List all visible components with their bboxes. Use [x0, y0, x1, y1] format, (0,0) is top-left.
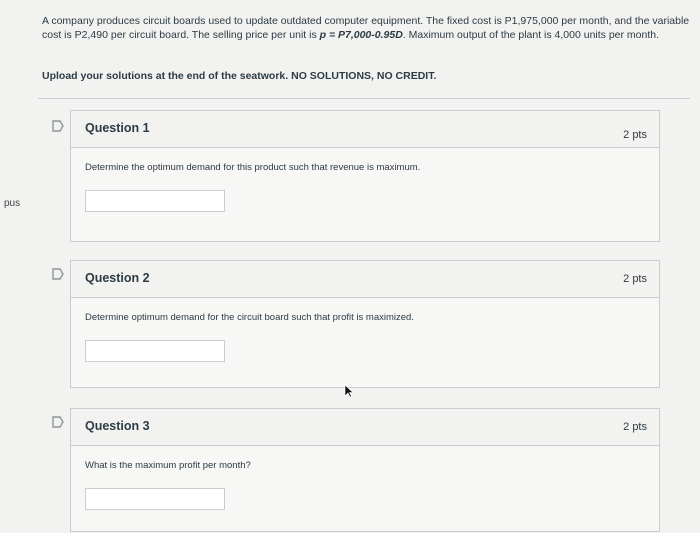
question-3-text: What is the maximum profit per month?: [85, 460, 251, 471]
question-3-card: Question 3 2 pts What is the maximum pro…: [70, 408, 660, 532]
question-1-card: Question 1 2 pts Determine the optimum d…: [70, 110, 660, 242]
mouse-pointer-icon: [344, 384, 354, 398]
question-1-points: 2 pts: [623, 129, 647, 141]
question-3-points: 2 pts: [623, 421, 647, 433]
upload-notice: Upload your solutions at the end of the …: [42, 70, 437, 82]
question-2-card: Question 2 2 pts Determine optimum deman…: [70, 260, 660, 388]
flag-question-2-icon[interactable]: [52, 268, 64, 280]
question-1-answer-input[interactable]: [85, 190, 225, 212]
question-2-header: Question 2 2 pts: [71, 261, 659, 298]
price-formula: p = P7,000-0.95D: [319, 29, 403, 41]
problem-text-end: . Maximum output of the plant is 4,000 u…: [402, 29, 660, 41]
problem-statement: A company produces circuit boards used t…: [42, 14, 692, 42]
question-2-text: Determine optimum demand for the circuit…: [85, 312, 414, 323]
question-3-header: Question 3 2 pts: [71, 409, 659, 446]
flag-question-3-icon[interactable]: [52, 416, 64, 428]
question-1-text: Determine the optimum demand for this pr…: [85, 162, 421, 173]
question-3-answer-input[interactable]: [85, 488, 225, 510]
flag-question-1-icon[interactable]: [52, 120, 64, 132]
question-2-points: 2 pts: [623, 273, 647, 285]
question-2-answer-input[interactable]: [85, 340, 225, 362]
side-nav-label[interactable]: pus: [4, 198, 20, 209]
question-1-title: Question 1: [85, 121, 150, 135]
divider: [38, 98, 690, 99]
question-3-title: Question 3: [85, 419, 150, 433]
question-2-title: Question 2: [85, 271, 150, 285]
question-1-header: Question 1 2 pts: [71, 111, 659, 148]
